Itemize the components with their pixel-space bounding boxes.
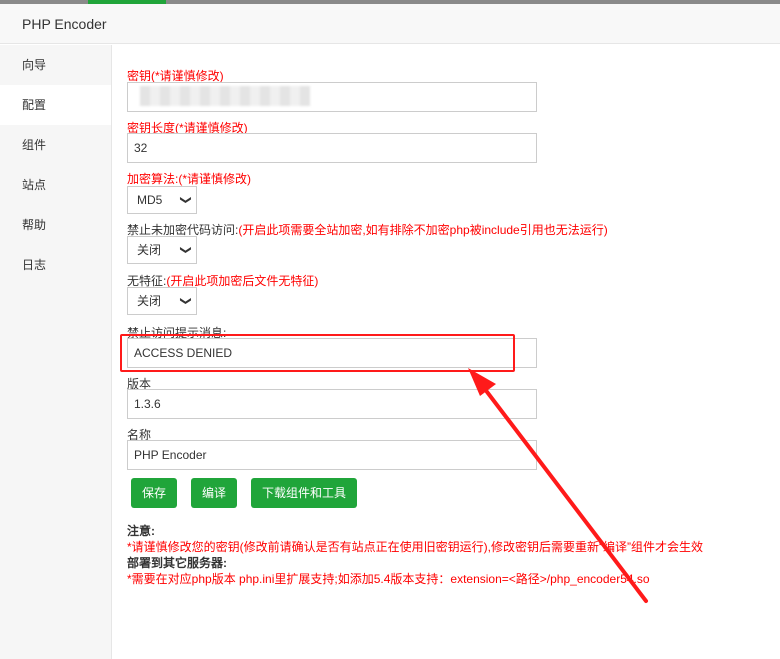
- deny-unencrypted-select-value: 关闭: [137, 243, 162, 257]
- deny-unencrypted-label-text: 禁止未加密代码访问:: [127, 223, 239, 237]
- redacted-key-value: [140, 86, 310, 106]
- sidebar: 向导 配置 组件 站点 帮助 日志: [0, 45, 112, 659]
- name-input[interactable]: PHP Encoder: [127, 440, 537, 470]
- deploy-title: 部署到其它服务器:: [127, 556, 227, 570]
- algorithm-select-value: MD5: [137, 193, 163, 207]
- save-button[interactable]: 保存: [131, 478, 177, 508]
- dialog-title-bar[interactable]: PHP Encoder: [0, 4, 780, 44]
- compile-button[interactable]: 编译: [191, 478, 237, 508]
- php-encoder-dialog: PHP Encoder 向导 配置 组件 站点 帮助 日志 密钥(*请谨慎修改)…: [0, 4, 780, 659]
- config-panel: 密钥(*请谨慎修改) 密钥长度(*请谨慎修改) 32 加密算法:(*请谨慎修改)…: [112, 45, 780, 659]
- algorithm-label: 加密算法:(*请谨慎修改): [127, 172, 251, 186]
- sidebar-item-logs[interactable]: 日志: [0, 245, 111, 285]
- chevron-down-icon: ❯: [179, 296, 192, 306]
- sidebar-item-config[interactable]: 配置: [0, 85, 111, 125]
- deny-unencrypted-label: 禁止未加密代码访问:(开启此项需要全站加密,如有排除不加密php被include…: [127, 221, 608, 238]
- deploy-text: *需要在对应php版本 php.ini里扩展支持;如添加5.4版本支持：exte…: [127, 572, 650, 586]
- no-signature-select[interactable]: 关闭 ❯: [127, 287, 197, 315]
- chevron-down-icon: ❯: [179, 245, 192, 255]
- no-signature-select-value: 关闭: [137, 294, 162, 308]
- download-tools-button[interactable]: 下载组件和工具: [251, 478, 357, 508]
- dialog-title: PHP Encoder: [22, 15, 107, 32]
- sidebar-item-components[interactable]: 组件: [0, 125, 111, 165]
- deny-unencrypted-select[interactable]: 关闭 ❯: [127, 236, 197, 264]
- key-input[interactable]: [127, 82, 537, 112]
- sidebar-item-help[interactable]: 帮助: [0, 205, 111, 245]
- notice-text: *请谨慎修改您的密钥(修改前请确认是否有站点正在使用旧密钥运行),修改密钥后需要…: [127, 540, 703, 554]
- deny-unencrypted-hint: (开启此项需要全站加密,如有排除不加密php被include引用也无法运行): [238, 223, 608, 237]
- sidebar-item-sites[interactable]: 站点: [0, 165, 111, 205]
- notice-title: 注意:: [127, 524, 155, 538]
- no-signature-label-text: 无特征:: [127, 274, 167, 288]
- key-length-input[interactable]: 32: [127, 133, 537, 163]
- deny-message-input[interactable]: ACCESS DENIED: [127, 338, 537, 368]
- version-input[interactable]: 1.3.6: [127, 389, 537, 419]
- sidebar-item-guide[interactable]: 向导: [0, 45, 111, 85]
- chevron-down-icon: ❯: [179, 195, 192, 205]
- no-signature-hint: (开启此项加密后文件无特征): [166, 274, 319, 288]
- algorithm-select[interactable]: MD5 ❯: [127, 186, 197, 214]
- notes-section: 注意: *请谨慎修改您的密钥(修改前请确认是否有站点正在使用旧密钥运行),修改密…: [127, 523, 703, 587]
